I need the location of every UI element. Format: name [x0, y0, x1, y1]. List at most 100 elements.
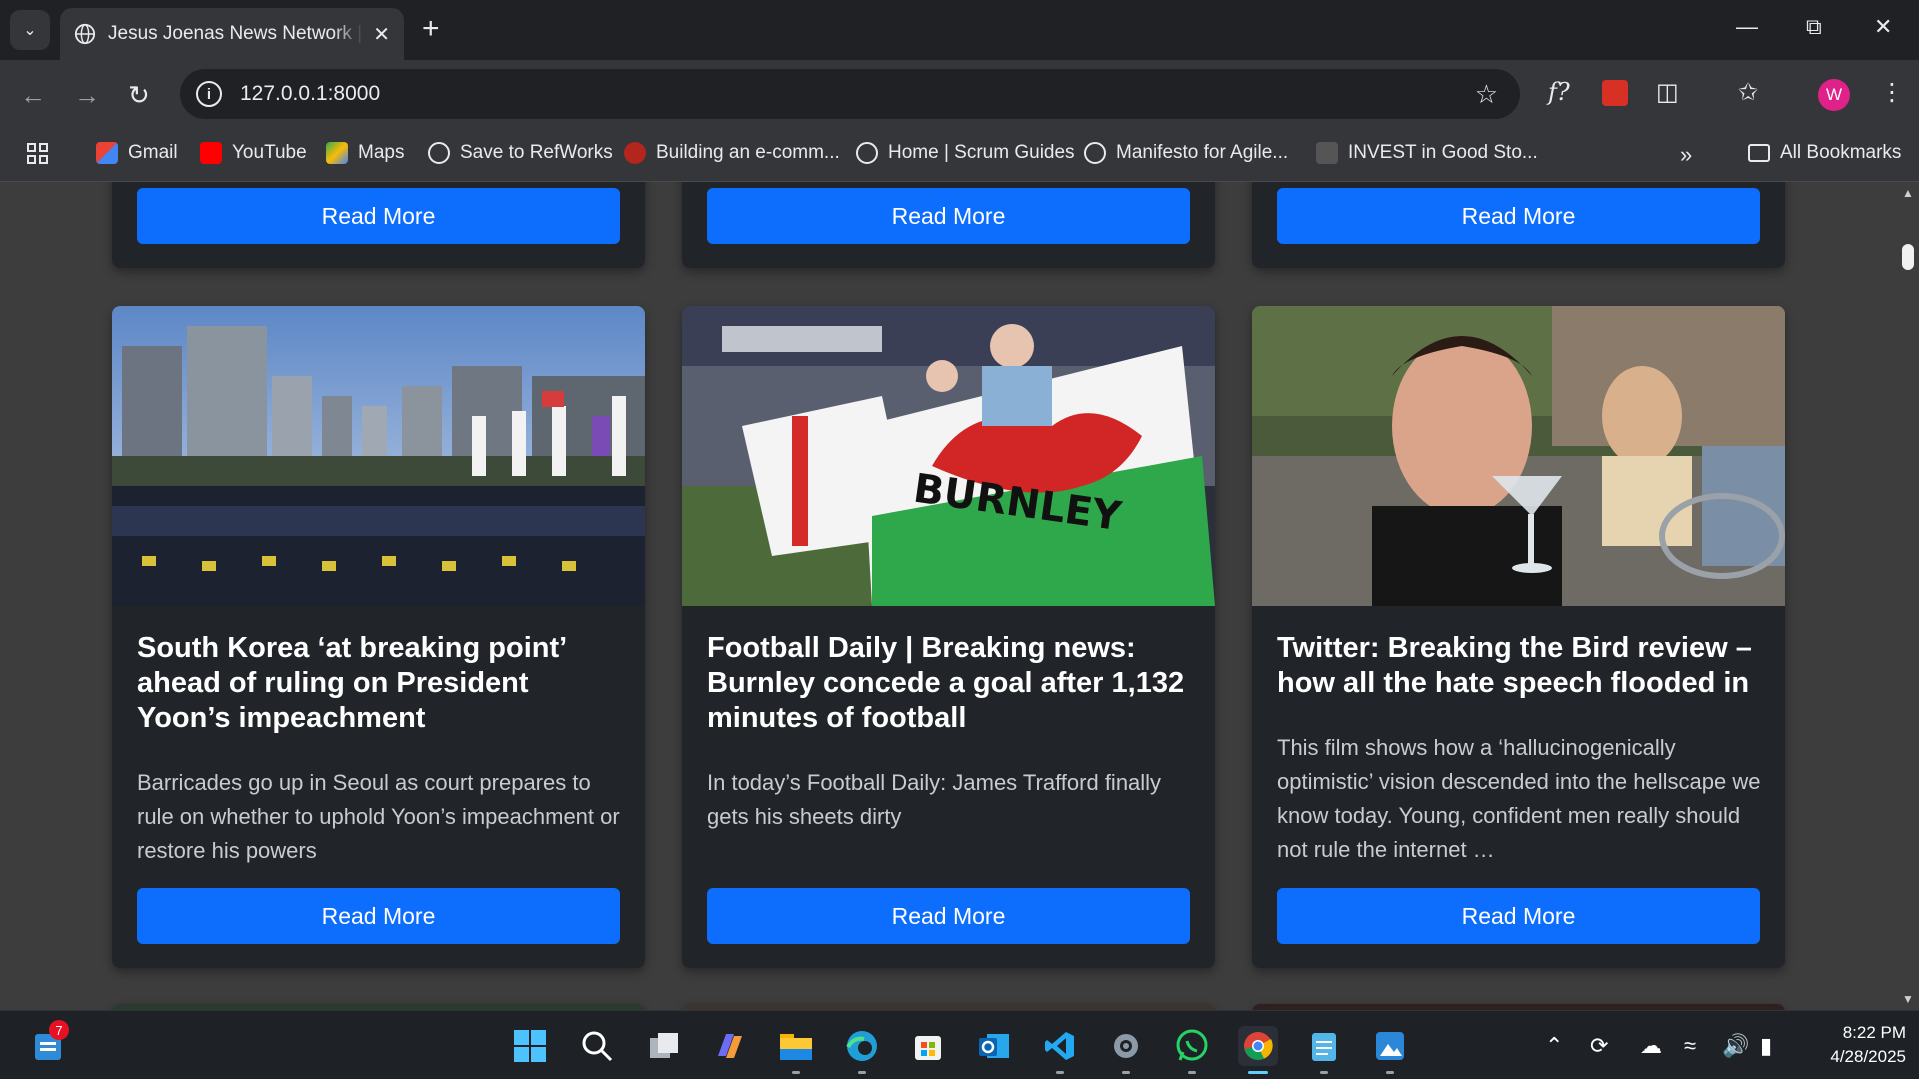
article-title[interactable]: South Korea ‘at breaking point’ ahead of… [137, 631, 627, 736]
bookmark-star-icon[interactable]: ☆ [1475, 79, 1498, 110]
globe-icon [1084, 142, 1106, 164]
read-more-button[interactable]: Read More [1277, 888, 1760, 944]
wifi-icon[interactable]: ≈ [1684, 1033, 1696, 1059]
tab-title: Jesus Joenas News Network | Home [108, 23, 364, 44]
extensions-puzzle-icon[interactable]: ◫ [1656, 78, 1679, 107]
tab-search-button[interactable]: ⌄ [10, 10, 50, 50]
read-more-button[interactable]: Read More [707, 188, 1190, 244]
bookmark-scrum-guides[interactable]: Home | Scrum Guides [856, 142, 1075, 164]
show-hidden-icons-chevron-icon[interactable]: ⌃ [1545, 1033, 1563, 1059]
read-more-button[interactable]: Read More [137, 188, 620, 244]
site-info-icon[interactable]: i [196, 81, 222, 107]
vscode-button[interactable] [1040, 1026, 1080, 1074]
maps-icon [326, 142, 348, 164]
article-title[interactable]: Twitter: Breaking the Bird review – how … [1277, 631, 1767, 701]
protest-crowd-image[interactable] [112, 306, 645, 606]
search-icon [582, 1031, 613, 1062]
more-menu-icon[interactable]: ⋮ [1880, 78, 1904, 107]
bookmark-youtube[interactable]: YouTube [200, 142, 307, 164]
outlook-button[interactable] [974, 1026, 1014, 1066]
read-more-button[interactable]: Read More [137, 888, 620, 944]
chrome-button[interactable] [1238, 1026, 1278, 1074]
system-clock[interactable]: 8:22 PM 4/28/2025 [1806, 1021, 1906, 1069]
burnley-fans-image[interactable]: BURNLEY [682, 306, 1215, 606]
globe-icon [856, 142, 878, 164]
clock-time: 8:22 PM [1842, 1023, 1906, 1042]
gear-icon [1114, 1034, 1138, 1058]
copilot-button[interactable] [710, 1026, 750, 1066]
read-more-button[interactable]: Read More [707, 888, 1190, 944]
tab-strip: ⌄ Jesus Joenas News Network | Home ✕ + —… [0, 0, 1919, 60]
microsoft-store-button[interactable] [908, 1026, 948, 1066]
tab-close-icon[interactable]: ✕ [373, 22, 390, 47]
whatsapp-button[interactable] [1172, 1026, 1212, 1074]
restore-button[interactable]: ⧉ [1806, 14, 1822, 40]
folder-icon [1748, 144, 1770, 162]
windows-logo-icon [514, 1030, 546, 1062]
minimize-button[interactable]: — [1736, 14, 1758, 40]
search-button[interactable] [577, 1026, 617, 1066]
bookmark-agile-manifesto[interactable]: Manifesto for Agile... [1084, 142, 1288, 164]
scroll-down-arrow-icon[interactable]: ▼ [1902, 992, 1914, 1006]
bookmark-maps[interactable]: Maps [326, 142, 404, 164]
file-explorer-button[interactable] [776, 1026, 816, 1074]
address-url: 127.0.0.1:8000 [240, 82, 381, 105]
edge-button[interactable] [842, 1026, 882, 1074]
notepad-icon [1312, 1033, 1336, 1061]
start-button[interactable] [510, 1026, 550, 1066]
folder-icon [780, 1034, 812, 1060]
browser-toolbar: ← → ↻ i 127.0.0.1:8000 ☆ f? ◫ ✩ W ⋮ [0, 60, 1919, 130]
article-summary: This film shows how a ‘hallucinogenicall… [1277, 735, 1761, 862]
vscode-icon [1045, 1032, 1074, 1060]
reload-button[interactable]: ↻ [128, 80, 150, 111]
all-bookmarks-button[interactable]: All Bookmarks [1748, 142, 1901, 164]
article-card: BURNLEY Football Daily | Breaking news: … [682, 306, 1215, 968]
profile-avatar[interactable]: W [1818, 79, 1850, 111]
paint-button[interactable] [1370, 1026, 1410, 1074]
copilot-icon [718, 1034, 742, 1058]
bookmarks-star-icon[interactable]: ✩ [1738, 78, 1758, 107]
back-button[interactable]: ← [20, 80, 46, 111]
article-card: Twitter: Breaking the Bird review – how … [1252, 306, 1785, 968]
active-tab[interactable]: Jesus Joenas News Network | Home ✕ [60, 8, 404, 60]
bookmark-refworks[interactable]: Save to RefWorks [428, 142, 613, 164]
task-view-icon [650, 1033, 678, 1058]
mendeley-extension-icon[interactable] [1602, 80, 1628, 106]
page-scrollbar[interactable]: ▲ ▼ [1897, 182, 1919, 1010]
page-viewport: Read More Read More Read More South Kore… [0, 182, 1919, 1010]
address-bar[interactable]: i 127.0.0.1:8000 ☆ [180, 69, 1520, 119]
extension-formula-icon[interactable]: f? [1548, 78, 1570, 106]
new-tab-button[interactable]: + [422, 12, 440, 46]
article-card: South Korea ‘at breaking point’ ahead of… [112, 306, 645, 968]
article-card-top-2: Read More [682, 182, 1215, 268]
close-window-button[interactable]: ✕ [1874, 14, 1892, 40]
globe-icon [428, 142, 450, 164]
bookmark-ecommerce[interactable]: Building an e-comm... [624, 142, 840, 164]
battery-icon[interactable]: ▮ [1760, 1033, 1772, 1059]
apps-grid-icon[interactable] [26, 142, 50, 166]
gmail-icon [96, 142, 118, 164]
sync-icon[interactable]: ⟳ [1590, 1033, 1608, 1059]
whatsapp-icon [1176, 1029, 1208, 1061]
globe-icon [74, 23, 96, 45]
settings-button[interactable] [1106, 1026, 1146, 1074]
clock-date: 4/28/2025 [1830, 1047, 1906, 1066]
bookmark-gmail[interactable]: Gmail [96, 142, 178, 164]
bookmark-invest[interactable]: INVEST in Good Sto... [1316, 142, 1538, 164]
article-title[interactable]: Football Daily | Breaking news: Burnley … [707, 631, 1197, 736]
man-with-drink-image[interactable] [1252, 306, 1785, 606]
forward-button[interactable]: → [74, 80, 100, 111]
outlook-icon [979, 1034, 1009, 1058]
scrollbar-thumb[interactable] [1902, 244, 1914, 270]
onedrive-cloud-icon[interactable]: ☁ [1640, 1033, 1662, 1059]
more-bookmarks-chevron-icon[interactable]: » [1680, 142, 1692, 168]
windows-taskbar: 7 ⌃ ⟳ ☁ ≈ 🔊 ▮ 8:22 PM 4/28/2025 [0, 1010, 1919, 1079]
volume-icon[interactable]: 🔊 [1722, 1033, 1749, 1059]
notepad-button[interactable] [1304, 1026, 1344, 1074]
task-view-button[interactable] [644, 1026, 684, 1066]
edge-icon [846, 1031, 877, 1061]
store-icon [915, 1036, 941, 1060]
scroll-up-arrow-icon[interactable]: ▲ [1902, 186, 1914, 200]
chevron-down-icon: ⌄ [23, 22, 37, 39]
read-more-button[interactable]: Read More [1277, 188, 1760, 244]
